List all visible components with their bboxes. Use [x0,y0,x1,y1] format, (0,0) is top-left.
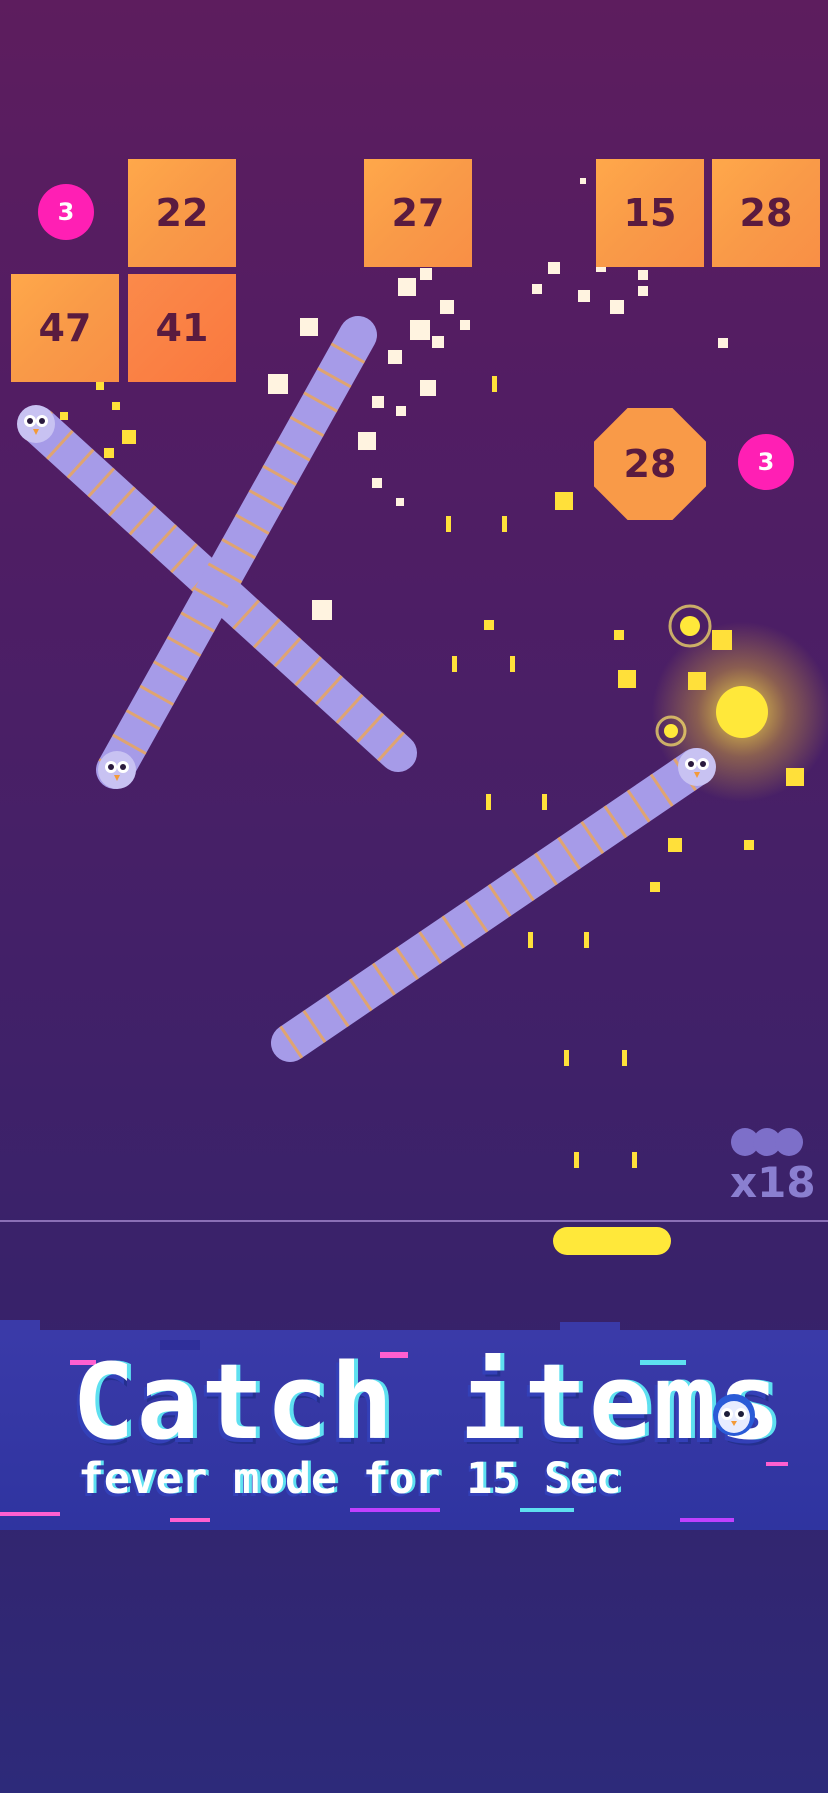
banner-subtitle: fever mode for 15 Sec [78,1454,622,1504]
banner-title: Catch items [72,1341,783,1463]
snake-head [678,748,716,786]
number-block: 15 [596,159,704,267]
snake-head [17,405,55,443]
number-block: 27 [364,159,472,267]
ball-count-label: x18 [730,1158,816,1207]
number-block: 47 [11,274,119,382]
bonus-ball: 3 [38,184,94,240]
snake-body [271,748,715,1062]
ball-count: x18 [730,1128,816,1207]
ball-stack-icon [730,1128,810,1156]
owl-icon [713,1394,755,1436]
bonus-ball: 3 [738,434,794,490]
number-block: 28 [712,159,820,267]
number-block: 41 [128,274,236,382]
snake-head [98,751,136,789]
game-scene [0,178,828,1530]
floor-line [0,1220,828,1222]
number-block: 22 [128,159,236,267]
paddle[interactable] [553,1227,671,1255]
